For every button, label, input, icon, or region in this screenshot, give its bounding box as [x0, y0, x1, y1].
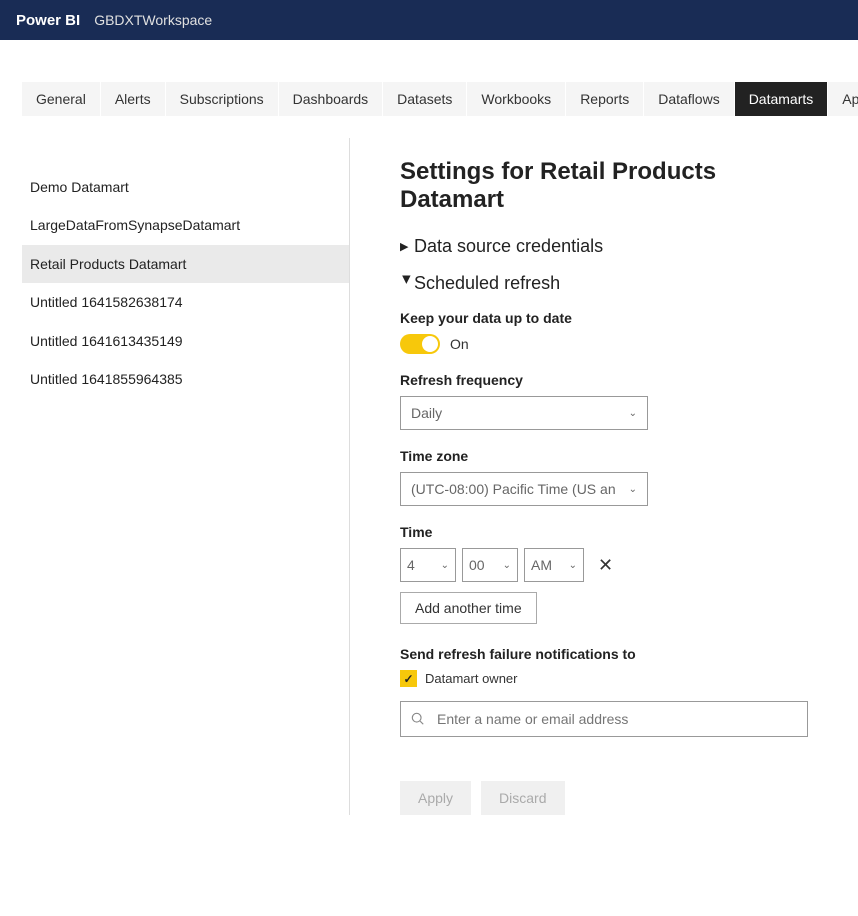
workspace-label[interactable]: GBDXTWorkspace [94, 12, 212, 28]
settings-tabs: GeneralAlertsSubscriptionsDashboardsData… [22, 82, 858, 116]
check-icon: ✓ [403, 673, 413, 685]
tab-dataflows[interactable]: Dataflows [644, 82, 734, 116]
scheduled-refresh-form: Keep your data up to date On Refresh fre… [400, 310, 800, 815]
content-area: Demo DatamartLargeDataFromSynapseDatamar… [22, 138, 858, 815]
tab-datasets[interactable]: Datasets [383, 82, 467, 116]
time-hour-select[interactable]: 4 ⌄ [400, 548, 456, 582]
tab-general[interactable]: General [22, 82, 101, 116]
toggle-knob [422, 336, 438, 352]
tab-workbooks[interactable]: Workbooks [467, 82, 566, 116]
tab-datamarts[interactable]: Datamarts [735, 82, 829, 116]
section-title: Data source credentials [414, 236, 603, 257]
refresh-frequency-label: Refresh frequency [400, 372, 800, 388]
add-time-row: Add another time [400, 592, 800, 624]
notify-owner-label: Datamart owner [425, 671, 517, 686]
notify-label: Send refresh failure notifications to [400, 646, 800, 662]
notify-owner-checkbox[interactable]: ✓ [400, 670, 417, 687]
tab-reports[interactable]: Reports [566, 82, 644, 116]
caret-down-icon: ▶ [401, 276, 414, 290]
page-title: Settings for Retail Products Datamart [400, 158, 800, 214]
notify-contact-input-wrapper[interactable] [400, 701, 808, 737]
tab-subscriptions[interactable]: Subscriptions [166, 82, 279, 116]
sidebar-item[interactable]: LargeDataFromSynapseDatamart [22, 206, 349, 244]
settings-panel: Settings for Retail Products Datamart ▶ … [350, 138, 800, 815]
select-value: (UTC-08:00) Pacific Time (US an [411, 481, 616, 497]
remove-time-button[interactable]: ✕ [598, 555, 613, 576]
time-label: Time [400, 524, 800, 540]
caret-right-icon: ▶ [400, 240, 414, 253]
section-scheduled-refresh[interactable]: ▶ Scheduled refresh [400, 273, 800, 294]
sidebar-item[interactable]: Demo Datamart [22, 168, 349, 206]
toggle-state-label: On [450, 336, 469, 352]
chevron-down-icon: ⌄ [629, 484, 637, 495]
refresh-frequency-select[interactable]: Daily ⌄ [400, 396, 648, 430]
notify-owner-row: ✓ Datamart owner [400, 670, 800, 687]
tab-app[interactable]: App [828, 82, 858, 116]
tab-alerts[interactable]: Alerts [101, 82, 166, 116]
keep-data-toggle-row: On [400, 334, 800, 354]
sidebar-item[interactable]: Untitled 1641582638174 [22, 283, 349, 321]
app-header: Power BI GBDXTWorkspace [0, 0, 858, 40]
chevron-down-icon: ⌄ [629, 408, 637, 419]
discard-button[interactable]: Discard [481, 781, 564, 815]
sidebar-item[interactable]: Untitled 1641613435149 [22, 322, 349, 360]
select-value: 4 [407, 557, 415, 573]
keep-data-label: Keep your data up to date [400, 310, 800, 326]
section-data-source-credentials[interactable]: ▶ Data source credentials [400, 236, 800, 257]
select-value: 00 [469, 557, 485, 573]
search-icon [411, 712, 425, 726]
apply-button[interactable]: Apply [400, 781, 471, 815]
sidebar-item[interactable]: Untitled 1641855964385 [22, 360, 349, 398]
timezone-label: Time zone [400, 448, 800, 464]
chevron-down-icon: ⌄ [441, 560, 449, 571]
notify-contact-input[interactable] [435, 710, 797, 728]
add-another-time-button[interactable]: Add another time [400, 592, 537, 624]
tab-dashboards[interactable]: Dashboards [279, 82, 384, 116]
time-minute-select[interactable]: 00 ⌄ [462, 548, 518, 582]
chevron-down-icon: ⌄ [569, 560, 577, 571]
timezone-select[interactable]: (UTC-08:00) Pacific Time (US an ⌄ [400, 472, 648, 506]
datamart-list-sidebar: Demo DatamartLargeDataFromSynapseDatamar… [22, 138, 350, 815]
chevron-down-icon: ⌄ [503, 560, 511, 571]
keep-data-toggle[interactable] [400, 334, 440, 354]
action-row: Apply Discard [400, 781, 800, 815]
sidebar-item[interactable]: Retail Products Datamart [22, 245, 349, 283]
time-row: 4 ⌄ 00 ⌄ AM ⌄ ✕ [400, 548, 800, 582]
time-ampm-select[interactable]: AM ⌄ [524, 548, 584, 582]
select-value: Daily [411, 405, 442, 421]
section-title: Scheduled refresh [414, 273, 560, 294]
select-value: AM [531, 557, 552, 573]
brand-label: Power BI [16, 12, 80, 29]
